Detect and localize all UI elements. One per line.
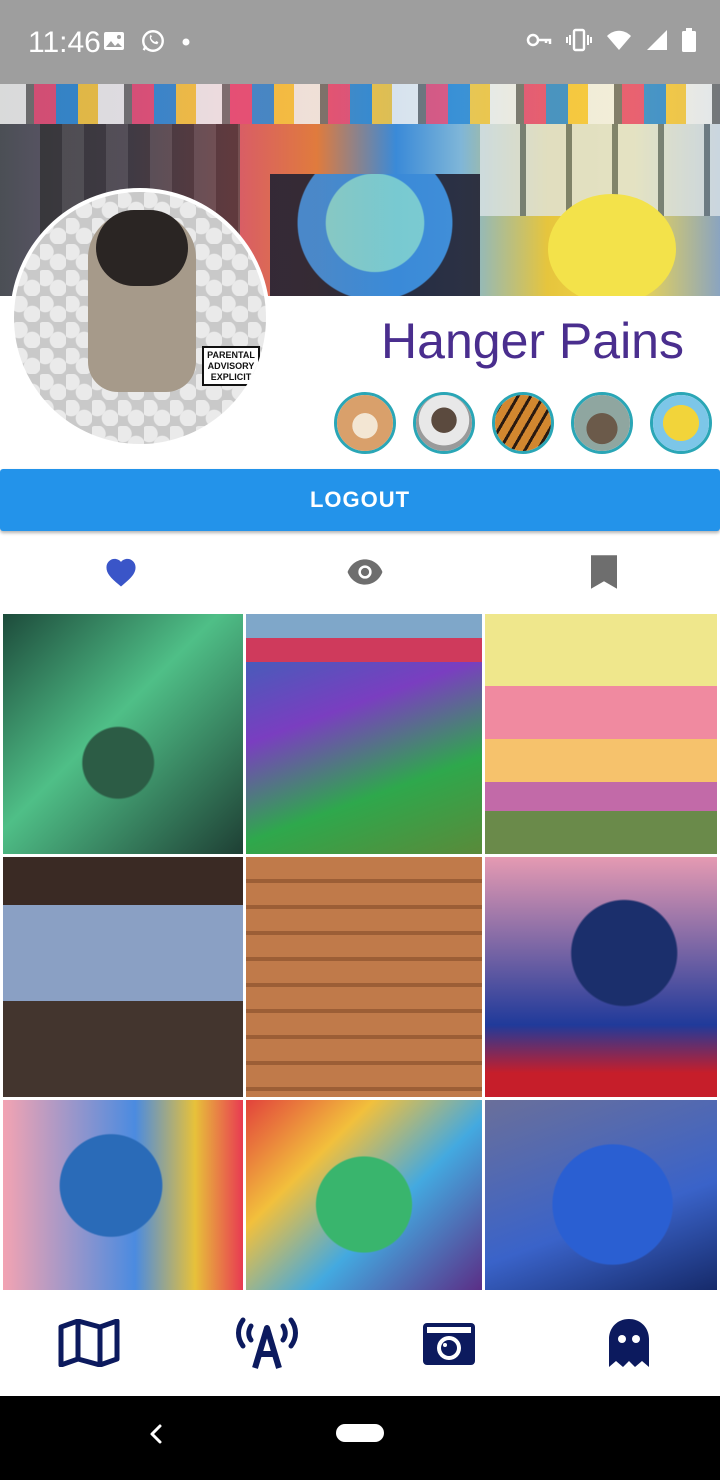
nav-broadcast[interactable] bbox=[233, 1316, 301, 1375]
wifi-icon bbox=[606, 29, 632, 56]
map-icon bbox=[58, 1318, 120, 1372]
gallery-tile-green-creature[interactable] bbox=[3, 614, 243, 854]
system-nav-bar bbox=[0, 1396, 720, 1480]
home-pill[interactable] bbox=[336, 1424, 384, 1442]
profile-screen: 11:46 PARENTAL ADVISORY EXPLICIT Hanger … bbox=[0, 0, 720, 1480]
gallery-tile-blue-beast[interactable] bbox=[485, 1100, 717, 1290]
nav-ghost[interactable] bbox=[598, 1318, 660, 1372]
parental-advisory-label: PARENTAL ADVISORY EXPLICIT bbox=[202, 346, 260, 386]
gallery-grid bbox=[3, 614, 717, 1290]
friend-avatar-animal[interactable] bbox=[571, 392, 633, 454]
nav-camera[interactable] bbox=[418, 1318, 480, 1372]
antenna-icon bbox=[233, 1316, 301, 1375]
status-left-icons bbox=[102, 28, 192, 59]
tab-saved[interactable] bbox=[580, 550, 628, 598]
eye-icon bbox=[346, 558, 384, 590]
avatar[interactable]: PARENTAL ADVISORY EXPLICIT bbox=[10, 188, 270, 448]
status-right-icons bbox=[526, 28, 696, 57]
pug-avatar-image: PARENTAL ADVISORY EXPLICIT bbox=[14, 192, 266, 444]
ghost-icon bbox=[607, 1317, 651, 1374]
battery-icon bbox=[682, 28, 696, 57]
profile-name: Hanger Pains bbox=[381, 313, 684, 369]
friend-avatar-shiba[interactable] bbox=[334, 392, 396, 454]
content-tabs bbox=[0, 540, 720, 604]
image-icon bbox=[102, 29, 126, 58]
nav-map[interactable] bbox=[58, 1318, 120, 1372]
dot-icon bbox=[180, 35, 192, 53]
tab-liked[interactable] bbox=[97, 550, 145, 598]
pug-face bbox=[96, 210, 188, 286]
bookmark-icon bbox=[591, 554, 617, 594]
camera-icon bbox=[421, 1319, 477, 1372]
whatsapp-icon bbox=[140, 28, 166, 59]
gallery-tile-rose-bomb[interactable] bbox=[485, 614, 717, 854]
signal-icon bbox=[646, 29, 668, 56]
cover-mural-face bbox=[270, 174, 480, 296]
friend-avatar-tiger[interactable] bbox=[492, 392, 554, 454]
logout-button[interactable]: LOGOUT bbox=[0, 469, 720, 531]
cover-yellow-character bbox=[548, 194, 676, 296]
status-time: 11:46 bbox=[28, 26, 101, 59]
key-icon bbox=[526, 29, 552, 56]
friend-avatar-man[interactable] bbox=[413, 392, 475, 454]
gallery-tile-colorful-face[interactable] bbox=[246, 1100, 482, 1290]
friends-row bbox=[334, 392, 720, 456]
heart-icon bbox=[103, 556, 139, 593]
bottom-nav bbox=[0, 1294, 720, 1396]
vibrate-icon bbox=[566, 28, 592, 57]
gallery-tile-graffiti-wall[interactable] bbox=[246, 614, 482, 854]
gallery-tile-blue-portrait[interactable] bbox=[485, 857, 717, 1097]
status-bar: 11:46 bbox=[0, 0, 720, 84]
tab-viewed[interactable] bbox=[341, 550, 389, 598]
friend-avatar-cartoon[interactable] bbox=[650, 392, 712, 454]
cover-graffiti-band bbox=[0, 84, 720, 124]
gallery-tile-brick-hand[interactable] bbox=[246, 857, 482, 1097]
gallery-tile-blue-woman[interactable] bbox=[3, 1100, 243, 1290]
gallery-tile-grey-tag[interactable] bbox=[3, 857, 243, 1097]
back-icon[interactable] bbox=[140, 1418, 172, 1450]
